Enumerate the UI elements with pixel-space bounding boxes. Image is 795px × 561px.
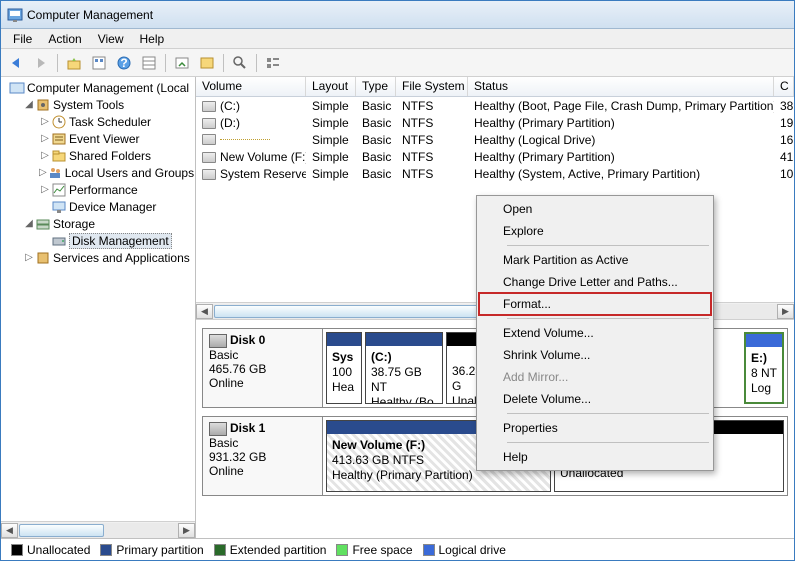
col-filesystem[interactable]: File System — [396, 77, 468, 96]
partition[interactable]: Sys100Hea — [326, 332, 362, 404]
tree-disk-management[interactable]: Disk Management — [3, 232, 193, 249]
disk-icon — [209, 334, 227, 348]
volume-row[interactable]: (D:)SimpleBasicNTFSHealthy (Primary Part… — [196, 114, 794, 131]
drive-icon — [202, 118, 216, 129]
legend-swatch-unallocated — [11, 544, 23, 556]
menu-action[interactable]: Action — [40, 30, 89, 48]
tree-systools[interactable]: ◢System Tools — [3, 96, 193, 113]
nav-tree: Computer Management (Local ◢System Tools… — [1, 77, 196, 538]
settings-button[interactable] — [196, 52, 218, 74]
up-button[interactable] — [63, 52, 85, 74]
ctx-change-drive-letter[interactable]: Change Drive Letter and Paths... — [479, 271, 711, 293]
tree-event-viewer[interactable]: ▷Event Viewer — [3, 130, 193, 147]
ctx-mark-active[interactable]: Mark Partition as Active — [479, 249, 711, 271]
legend-swatch-logical — [423, 544, 435, 556]
disk-info[interactable]: Disk 0 Basic 465.76 GB Online — [203, 329, 323, 407]
ctx-shrink-volume[interactable]: Shrink Volume... — [479, 344, 711, 366]
legend-swatch-free — [336, 544, 348, 556]
views-button[interactable] — [138, 52, 160, 74]
drive-icon — [202, 152, 216, 163]
volume-row[interactable]: SimpleBasicNTFSHealthy (Logical Drive)16 — [196, 131, 794, 148]
col-last[interactable]: C — [774, 77, 794, 96]
menu-view[interactable]: View — [90, 30, 132, 48]
col-layout[interactable]: Layout — [306, 77, 356, 96]
drive-icon — [202, 134, 216, 145]
legend: Unallocated Primary partition Extended p… — [1, 538, 794, 560]
ctx-properties[interactable]: Properties — [479, 417, 711, 439]
disk-icon — [209, 422, 227, 436]
volume-row[interactable]: System ReservedSimpleBasicNTFSHealthy (S… — [196, 165, 794, 182]
volume-row[interactable]: New Volume (F:)SimpleBasicNTFSHealthy (P… — [196, 148, 794, 165]
drive-icon — [202, 169, 216, 180]
back-button[interactable] — [5, 52, 27, 74]
tree-root[interactable]: Computer Management (Local — [3, 79, 193, 96]
tree-services-apps[interactable]: ▷Services and Applications — [3, 249, 193, 266]
menu-bar: File Action View Help — [1, 29, 794, 49]
legend-swatch-primary — [100, 544, 112, 556]
tree-local-users[interactable]: ▷Local Users and Groups — [3, 164, 193, 181]
app-icon — [7, 7, 23, 23]
tree-performance[interactable]: ▷Performance — [3, 181, 193, 198]
tree-hscroll[interactable]: ◀▶ — [1, 521, 195, 538]
tree-device-manager[interactable]: Device Manager — [3, 198, 193, 215]
col-volume[interactable]: Volume — [196, 77, 306, 96]
col-status[interactable]: Status — [468, 77, 774, 96]
ctx-open[interactable]: Open — [479, 198, 711, 220]
tree-storage[interactable]: ◢Storage — [3, 215, 193, 232]
disk-info[interactable]: Disk 1 Basic 931.32 GB Online — [203, 417, 323, 495]
ctx-format[interactable]: Format... — [479, 293, 711, 315]
help-button[interactable]: ? — [113, 52, 135, 74]
menu-help[interactable]: Help — [132, 30, 173, 48]
partition[interactable]: (C:)38.75 GB NTHealthy (Bo — [365, 332, 443, 404]
forward-button[interactable] — [30, 52, 52, 74]
toolbar: ? — [1, 49, 794, 77]
ctx-help[interactable]: Help — [479, 446, 711, 468]
tree-task-scheduler[interactable]: ▷Task Scheduler — [3, 113, 193, 130]
volume-list-header: Volume Layout Type File System Status C — [196, 77, 794, 97]
ctx-add-mirror: Add Mirror... — [479, 366, 711, 388]
drive-icon — [202, 101, 216, 112]
ctx-delete-volume[interactable]: Delete Volume... — [479, 388, 711, 410]
partition-logical[interactable]: E:)8 NTLog — [744, 332, 784, 404]
properties-button[interactable] — [88, 52, 110, 74]
window-titlebar: Computer Management — [1, 1, 794, 29]
tree-shared-folders[interactable]: ▷Shared Folders — [3, 147, 193, 164]
menu-file[interactable]: File — [5, 30, 40, 48]
col-type[interactable]: Type — [356, 77, 396, 96]
ctx-extend-volume[interactable]: Extend Volume... — [479, 322, 711, 344]
list-button[interactable] — [262, 52, 284, 74]
refresh-button[interactable] — [171, 52, 193, 74]
volume-row[interactable]: (C:)SimpleBasicNTFSHealthy (Boot, Page F… — [196, 97, 794, 114]
legend-swatch-extended — [214, 544, 226, 556]
ctx-explore[interactable]: Explore — [479, 220, 711, 242]
svg-text:?: ? — [120, 56, 127, 70]
window-title: Computer Management — [27, 8, 153, 22]
context-menu: Open Explore Mark Partition as Active Ch… — [476, 195, 714, 471]
action-button[interactable] — [229, 52, 251, 74]
